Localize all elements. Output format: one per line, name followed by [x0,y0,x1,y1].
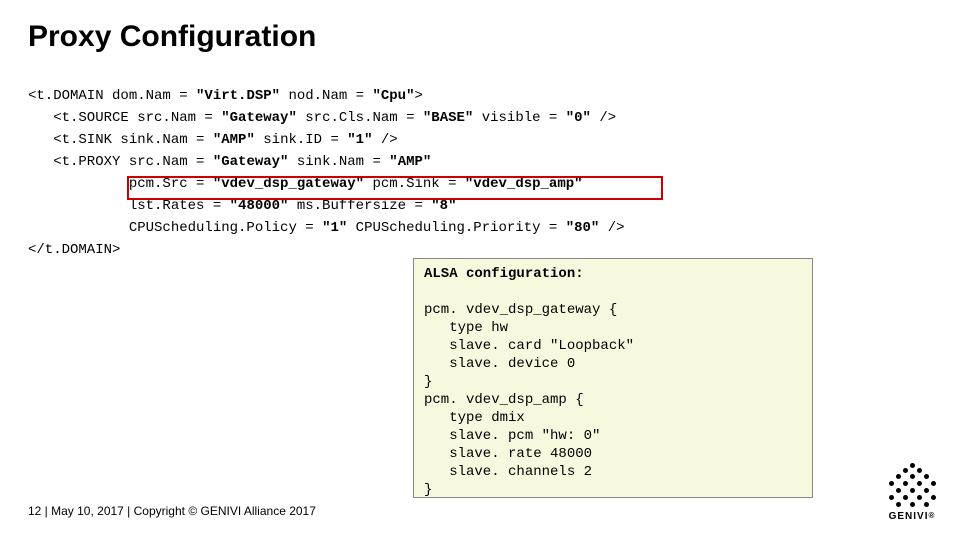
alsa-heading: ALSA configuration: [424,266,584,282]
code-line-7: CPUScheduling.Policy = "1" CPUScheduling… [28,220,625,236]
genivi-text: GENIVI® [886,511,938,522]
code-line-6: lst.Rates = "48000" ms.Buffersize = "8" [28,198,457,214]
code-line-5: pcm.Src = "vdev_dsp_gateway" pcm.Sink = … [28,176,583,192]
alsa-config-box: ALSA configuration: pcm. vdev_dsp_gatewa… [413,258,813,498]
code-line-2: <t.SOURCE src.Nam = "Gateway" src.Cls.Na… [28,110,616,126]
genivi-dots-icon [886,463,938,509]
slide-footer: 12 | May 10, 2017 | Copyright © GENIVI A… [28,504,316,518]
code-line-4: <t.PROXY src.Nam = "Gateway" sink.Nam = … [28,154,431,170]
code-line-1: <t.DOMAIN dom.Nam = "Virt.DSP" nod.Nam =… [28,88,423,104]
page-title: Proxy Configuration [28,20,316,54]
xml-config-code: <t.DOMAIN dom.Nam = "Virt.DSP" nod.Nam =… [28,85,625,261]
genivi-logo: GENIVI® [886,463,938,522]
code-line-3: <t.SINK sink.Nam = "AMP" sink.ID = "1" /… [28,132,398,148]
code-line-8: </t.DOMAIN> [28,242,120,258]
alsa-body: pcm. vdev_dsp_gateway { type hw slave. c… [424,302,634,498]
